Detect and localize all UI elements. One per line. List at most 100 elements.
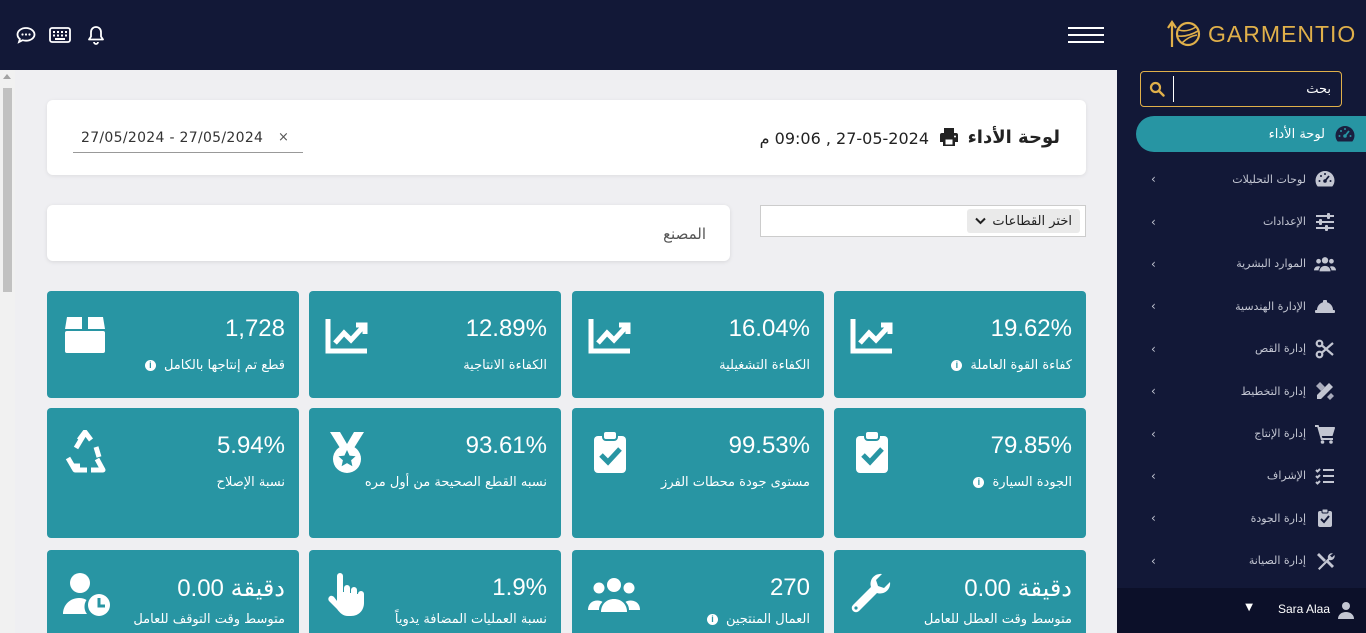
kpi-card-workforce-efficiency: 19.62% كفاءة القوة العاملة i bbox=[834, 291, 1086, 398]
users-icon bbox=[1314, 254, 1336, 274]
sidebar-item-hr[interactable]: ‹ الموارد البشرية bbox=[1117, 243, 1366, 285]
sidebar-item-label: إدارة الإنتاج bbox=[1254, 427, 1306, 441]
kpi-value: 5.94% bbox=[216, 432, 285, 459]
chevron-left-icon: ‹ bbox=[1151, 468, 1156, 483]
hamburger-icon[interactable] bbox=[1068, 27, 1104, 45]
chevron-left-icon: ‹ bbox=[1151, 256, 1156, 271]
clear-date-button[interactable]: × bbox=[278, 130, 289, 145]
scroll-thumb[interactable] bbox=[3, 88, 12, 292]
keyboard-icon[interactable] bbox=[49, 24, 71, 46]
kpi-label: نسبة العمليات المضافة يدوياً bbox=[347, 607, 547, 632]
hardhat-icon bbox=[1314, 296, 1336, 316]
kpi-label: نسبه القطع الصحيحة من أول مره bbox=[347, 470, 547, 495]
kpi-card-sorting-quality: 99.53% مستوى جودة محطات الفرز bbox=[572, 408, 824, 538]
kpi-card-repair-rate: 5.94% نسبة الإصلاح bbox=[47, 408, 299, 538]
sidebar-item-maintenance[interactable]: ‹ إدارة الصيانة bbox=[1117, 540, 1366, 582]
info-icon[interactable]: i bbox=[973, 477, 985, 488]
date-range-picker[interactable]: 27/05/2024 - 27/05/2024 × bbox=[73, 127, 303, 153]
kpi-card-running-quality: 79.85% الجودة السيارة i bbox=[834, 408, 1086, 538]
chevron-left-icon: ‹ bbox=[1151, 172, 1156, 187]
user-name: Sara Alaa bbox=[1277, 602, 1330, 616]
kpi-value: 19.62% bbox=[990, 315, 1072, 342]
sidebar-nav: لوحة الأداء ‹ لوحات التحليلات ‹ الإعدادا… bbox=[1117, 116, 1366, 582]
sidebar-item-supervision[interactable]: ‹ الإشراف bbox=[1117, 455, 1366, 497]
current-datetime: 27-05-2024 , 09:06 م bbox=[759, 129, 929, 148]
medal-icon bbox=[330, 432, 364, 473]
chevron-left-icon: ‹ bbox=[1151, 214, 1156, 229]
kpi-value: 79.85% bbox=[990, 432, 1072, 459]
box-icon bbox=[65, 317, 105, 353]
page-scrollbar[interactable] bbox=[0, 70, 15, 633]
print-icon[interactable] bbox=[939, 127, 959, 147]
sidebar-item-label: الإشراف bbox=[1266, 469, 1306, 483]
kpi-label-text: الكفاءة الانتاجية bbox=[463, 358, 547, 373]
sidebar-item-label: الإدارة الهندسية bbox=[1235, 299, 1306, 313]
kpi-value: 93.61% bbox=[465, 432, 547, 459]
kpi-value: 12.89% bbox=[465, 315, 547, 342]
date-range-value[interactable]: 27/05/2024 - 27/05/2024 bbox=[81, 130, 263, 146]
chevron-down-icon bbox=[975, 215, 987, 228]
kpi-card-operational-efficiency: 16.04% الكفاءة التشغيلية bbox=[572, 291, 824, 398]
chat-icon[interactable] bbox=[15, 24, 37, 46]
kpi-label: متوسط وقت التوقف للعامل bbox=[85, 607, 285, 632]
scroll-up-arrow[interactable] bbox=[3, 74, 11, 79]
dashboard-icon bbox=[1334, 124, 1356, 144]
sidebar-item-label: الموارد البشرية bbox=[1236, 257, 1306, 271]
kpi-label: الجودة السيارة i bbox=[872, 470, 1072, 495]
sector-select-button[interactable]: اختر القطاعات bbox=[967, 209, 1080, 233]
info-icon[interactable]: i bbox=[706, 614, 718, 625]
sidebar-item-analytics[interactable]: ‹ لوحات التحليلات bbox=[1117, 158, 1366, 200]
sidebar-item-planning[interactable]: ‹ إدارة التخطيط bbox=[1117, 370, 1366, 412]
sidebar-item-label: لوحة الأداء bbox=[1268, 126, 1325, 142]
kpi-card-first-pass-yield: 93.61% نسبه القطع الصحيحة من أول مره bbox=[309, 408, 561, 538]
chevron-left-icon: ‹ bbox=[1151, 553, 1156, 568]
user-clock-icon bbox=[63, 573, 110, 616]
chevron-left-icon: ‹ bbox=[1151, 299, 1156, 314]
info-icon[interactable]: i bbox=[144, 360, 156, 371]
kpi-label: الكفاءة التشغيلية bbox=[610, 353, 810, 378]
caret-down-icon: ▼ bbox=[1245, 602, 1253, 613]
kpi-card-avg-downtime: 0.00 دقيقة متوسط وقت التوقف للعامل bbox=[47, 550, 299, 633]
search-icon[interactable] bbox=[1149, 81, 1165, 97]
kpi-label: قطع تم إنتاجها بالكامل i bbox=[85, 353, 285, 378]
sidebar-search bbox=[1140, 71, 1342, 107]
sidebar-item-engineering[interactable]: ‹ الإدارة الهندسية bbox=[1117, 285, 1366, 327]
kpi-label-text: الجودة السيارة bbox=[992, 475, 1072, 490]
kpi-label-text: متوسط وقت التوقف للعامل bbox=[133, 612, 285, 627]
factory-card[interactable]: المصنع bbox=[47, 205, 730, 261]
ruler-pencil-icon bbox=[1314, 381, 1336, 401]
kpi-label: نسبة الإصلاح bbox=[85, 470, 285, 495]
chart-line-icon bbox=[588, 319, 631, 354]
info-icon[interactable]: i bbox=[951, 360, 963, 371]
sidebar-item-dashboard[interactable]: لوحة الأداء bbox=[1136, 116, 1366, 152]
sidebar-item-label: الإعدادات bbox=[1262, 215, 1306, 229]
sidebar-item-quality[interactable]: ‹ إدارة الجودة bbox=[1117, 497, 1366, 539]
sidebar-item-cutting[interactable]: ‹ إدارة القص bbox=[1117, 328, 1366, 370]
sidebar-item-settings[interactable]: ‹ الإعدادات bbox=[1117, 200, 1366, 242]
search-input[interactable] bbox=[1173, 76, 1337, 102]
kpi-value: 270 bbox=[769, 574, 810, 601]
chevron-left-icon: ‹ bbox=[1151, 511, 1156, 526]
kpi-label: العمال المنتجين i bbox=[610, 607, 810, 632]
top-bar: GARMENTIO bbox=[0, 0, 1366, 70]
user-menu[interactable]: ▼ Sara Alaa bbox=[1117, 588, 1366, 633]
sector-select[interactable]: اختر القطاعات bbox=[760, 205, 1086, 237]
sidebar-item-production[interactable]: ‹ إدارة الإنتاج bbox=[1117, 412, 1366, 454]
factory-label: المصنع bbox=[663, 225, 706, 243]
tools-icon bbox=[1314, 551, 1336, 571]
logo-icon bbox=[1167, 20, 1201, 47]
kpi-label: متوسط وقت العطل للعامل bbox=[872, 607, 1072, 632]
kpi-label-text: نسبة العمليات المضافة يدوياً bbox=[394, 612, 547, 627]
sidebar-item-label: إدارة القص bbox=[1254, 342, 1306, 356]
kpi-value: 16.04% bbox=[728, 315, 810, 342]
scissors-icon bbox=[1314, 339, 1336, 359]
sidebar: لوحة الأداء ‹ لوحات التحليلات ‹ الإعدادا… bbox=[1117, 70, 1366, 633]
bell-icon[interactable] bbox=[85, 24, 107, 46]
chart-line-icon bbox=[850, 319, 893, 354]
kpi-label: كفاءة القوة العاملة i bbox=[872, 353, 1072, 378]
logo: GARMENTIO bbox=[1166, 17, 1356, 51]
sector-select-label: اختر القطاعات bbox=[992, 213, 1072, 229]
logo-text: GARMENTIO bbox=[1208, 20, 1357, 47]
user-icon bbox=[1338, 602, 1354, 619]
kpi-label-text: الكفاءة التشغيلية bbox=[719, 358, 810, 373]
